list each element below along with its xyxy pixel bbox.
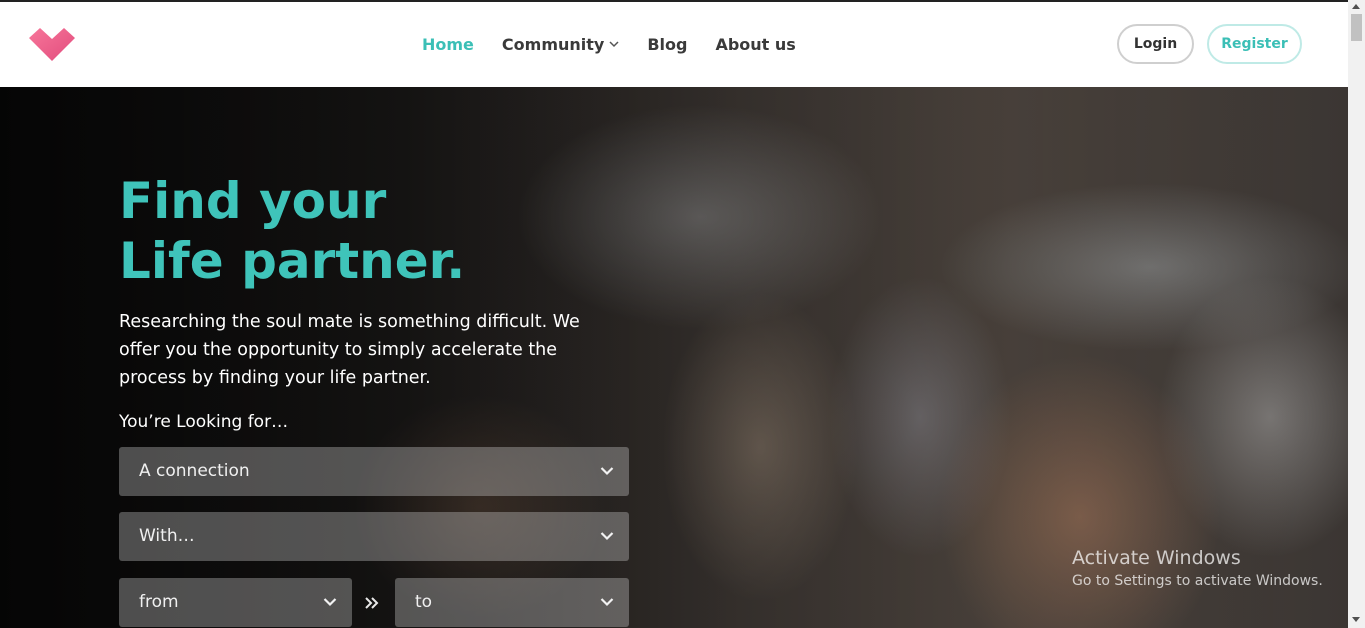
vertical-scrollbar[interactable] [1348,0,1365,628]
age-from-select-value: from [139,592,179,612]
chevron-down-icon [323,598,337,607]
watermark-subtitle: Go to Settings to activate Windows. [1072,573,1323,589]
hero-description: Researching the soul mate is something d… [119,312,580,388]
chevron-down-icon [600,532,614,541]
heart-logo-icon[interactable] [29,28,75,62]
watermark-title: Activate Windows [1072,547,1241,569]
looking-for-label: You’re Looking for… [119,412,289,432]
main-nav: Home Community Blog About us [422,35,824,54]
double-chevron-right-icon [365,597,379,609]
scrollbar-thumb[interactable] [1351,14,1362,41]
hero-title-line2: Life partner. [119,232,466,290]
nav-blog[interactable]: Blog [647,35,687,54]
hero-section: Find your Life partner. Researching the … [0,87,1348,628]
site-header: Home Community Blog About us Login Regis… [0,2,1348,87]
chevron-down-icon [609,41,619,48]
with-select-value: With… [139,526,195,546]
login-button[interactable]: Login [1117,24,1194,64]
age-to-select[interactable]: to [395,578,629,627]
register-button[interactable]: Register [1207,24,1302,64]
scroll-down-arrow-icon[interactable] [1352,617,1360,622]
connection-select-value: A connection [139,461,250,481]
hero-title-line1: Find your [119,172,387,230]
activate-windows-watermark: Activate Windows Go to Settings to activ… [1072,547,1323,589]
nav-about-us[interactable]: About us [715,35,795,54]
with-select[interactable]: With… [119,512,629,561]
nav-community-label: Community [501,35,605,54]
age-to-select-value: to [415,592,433,612]
scroll-up-arrow-icon[interactable] [1352,4,1360,9]
chevron-down-icon [600,598,614,607]
nav-home[interactable]: Home [422,35,474,54]
age-from-select[interactable]: from [119,578,352,627]
chevron-down-icon [600,467,614,476]
nav-community[interactable]: Community [502,35,619,54]
connection-select[interactable]: A connection [119,447,629,496]
